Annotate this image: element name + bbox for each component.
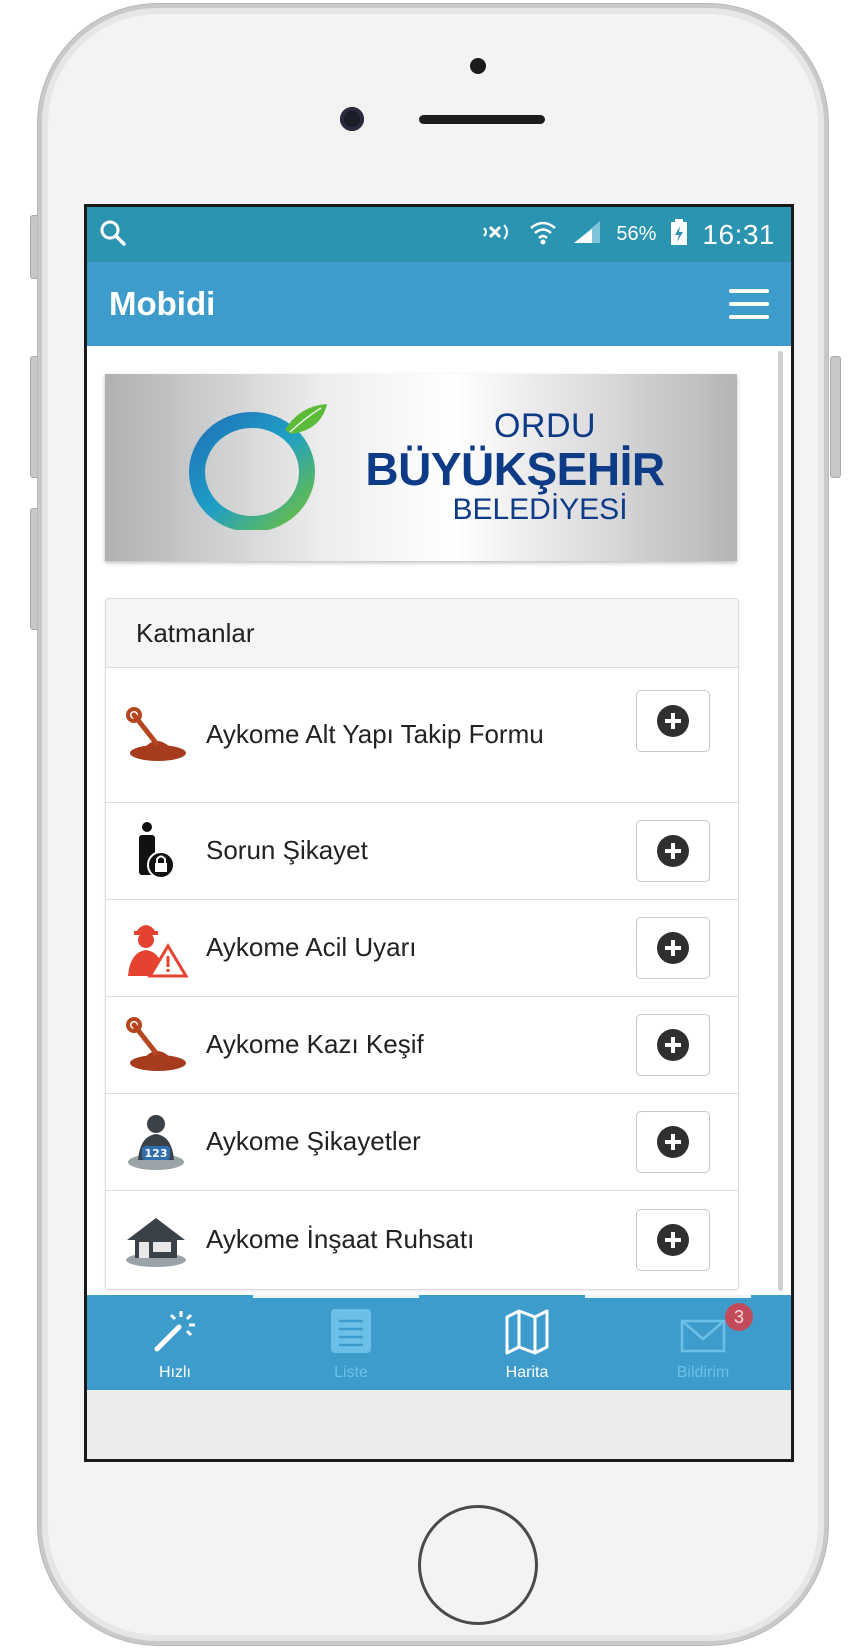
- power-button: [830, 356, 841, 478]
- notification-badge: 3: [725, 1303, 753, 1331]
- plus-icon: [657, 1223, 689, 1256]
- tab-bildirim[interactable]: 3 Bildirim: [615, 1295, 791, 1390]
- map-icon: [503, 1307, 551, 1360]
- earpiece-speaker: [419, 115, 545, 124]
- layer-row[interactable]: Aykome Acil Uyarı: [106, 900, 738, 997]
- plus-icon: [657, 932, 689, 964]
- envelope-icon: [679, 1315, 727, 1360]
- battery-percent: 56%: [616, 223, 657, 245]
- person-lock-icon: [116, 819, 196, 883]
- plus-icon: [657, 835, 689, 867]
- layer-row[interactable]: 123 Aykome Şikayetler: [106, 1094, 738, 1191]
- municipality-logo: [189, 404, 327, 530]
- add-layer-button[interactable]: [636, 820, 710, 882]
- status-time: 16:31: [702, 218, 775, 250]
- layers-heading: Katmanlar: [106, 599, 738, 668]
- app-bar: Mobidi: [87, 262, 791, 346]
- worker-warning-icon: [116, 916, 196, 980]
- svg-text:123: 123: [145, 1147, 168, 1160]
- tab-label: Harita: [505, 1364, 549, 1381]
- magic-wand-icon: [151, 1307, 199, 1360]
- bottom-tab-bar: Hızlı Liste Harita 3 Bildirim: [87, 1295, 791, 1390]
- search-icon[interactable]: [99, 219, 127, 252]
- add-layer-button[interactable]: [636, 1208, 710, 1271]
- plus-icon: [657, 1029, 689, 1061]
- person-number-icon: 123: [116, 1110, 196, 1174]
- municipality-banner: ORDU BÜYÜKŞEHİR BELEDİYESİ: [105, 374, 737, 561]
- layers-panel: Katmanlar Aykome Alt Yapı Takip Formu So…: [105, 598, 739, 1290]
- layer-row[interactable]: Aykome Kazı Keşif: [106, 997, 738, 1094]
- signal-icon: [572, 219, 602, 250]
- proximity-sensor: [470, 58, 486, 74]
- tab-harita[interactable]: Harita: [439, 1295, 615, 1390]
- tab-hizli[interactable]: Hızlı: [87, 1295, 263, 1390]
- tab-liste[interactable]: Liste: [263, 1295, 439, 1390]
- add-layer-button[interactable]: [636, 690, 710, 752]
- mute-icon: [480, 219, 514, 250]
- tab-label: Bildirim: [676, 1364, 730, 1381]
- house-icon: [116, 1208, 196, 1272]
- add-layer-button[interactable]: [636, 1014, 710, 1076]
- plus-icon: [657, 1126, 689, 1158]
- phone-screen: 56% 16:31 Mobidi ORDU BÜYÜKŞEHİR BELEDİY…: [84, 204, 794, 1462]
- app-title: Mobidi: [109, 285, 216, 322]
- banner-line-2: BÜYÜKŞEHİR: [365, 443, 665, 495]
- banner-text: ORDU BÜYÜKŞEHİR BELEDİYESİ: [355, 409, 675, 525]
- plus-icon: [657, 705, 689, 737]
- tab-label: Liste: [334, 1364, 368, 1381]
- excavation-icon: [116, 1013, 196, 1077]
- scrollbar[interactable]: [778, 351, 783, 1291]
- excavation-icon: [116, 703, 196, 767]
- layer-row[interactable]: Aykome Alt Yapı Takip Formu: [106, 668, 738, 803]
- main-content[interactable]: ORDU BÜYÜKŞEHİR BELEDİYESİ Katmanlar Ayk…: [87, 346, 791, 1332]
- battery-charging-icon: [670, 218, 688, 251]
- banner-line-3: BELEDİYESİ: [452, 493, 628, 526]
- wifi-icon: [528, 218, 558, 251]
- add-layer-button[interactable]: [636, 1111, 710, 1173]
- tab-label: Hızlı: [159, 1364, 191, 1381]
- layer-row[interactable]: Aykome İnşaat Ruhsatı: [106, 1191, 738, 1288]
- list-icon: [327, 1307, 375, 1360]
- status-bar: 56% 16:31: [87, 207, 791, 262]
- hamburger-menu-icon[interactable]: [729, 289, 769, 319]
- front-camera: [340, 107, 364, 131]
- layer-row[interactable]: Sorun Şikayet: [106, 803, 738, 900]
- banner-line-1: ORDU: [493, 407, 597, 445]
- add-layer-button[interactable]: [636, 917, 710, 979]
- home-button[interactable]: [418, 1505, 538, 1625]
